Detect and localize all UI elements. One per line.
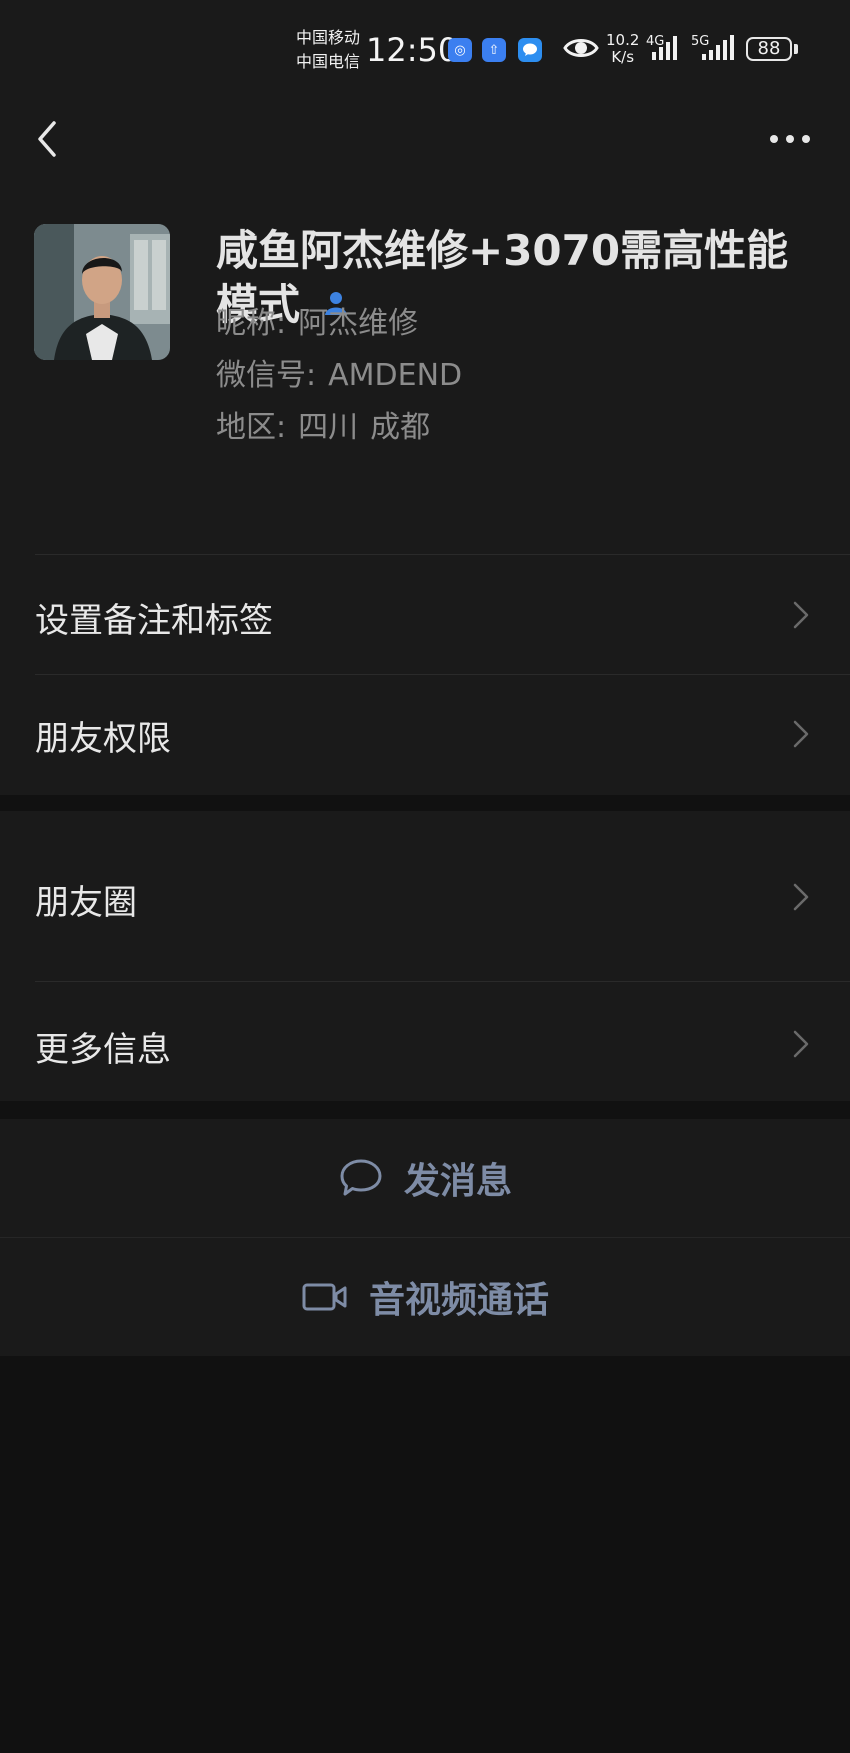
battery-icon: 88 <box>746 37 792 61</box>
region-province: 四川 <box>298 410 359 445</box>
more-dots-icon <box>770 135 810 143</box>
more-info-label: 更多信息 <box>35 1030 171 1070</box>
message-icon <box>518 38 542 62</box>
profile-card: 咸鱼阿杰维修+3070需高性能模式 昵称: 阿杰维修 微信号: AMDEND 地区:… <box>0 180 850 555</box>
signal-icon <box>650 32 684 66</box>
wechat-id-line: 微信号: AMDEND <box>216 356 462 396</box>
chevron-right-icon <box>792 600 810 634</box>
chevron-right-icon <box>792 719 810 753</box>
back-button[interactable] <box>22 114 72 164</box>
app-notification-icon: ◎ <box>448 38 472 62</box>
net-speed-value: 10.2 <box>606 31 640 49</box>
remark-tags-label: 设置备注和标签 <box>35 601 273 641</box>
friend-permissions-label: 朋友权限 <box>35 719 171 759</box>
nickname-label: 昵称: <box>216 306 287 341</box>
more-button[interactable] <box>760 114 820 164</box>
carrier-2: 中国电信 <box>296 52 361 71</box>
nickname-line: 昵称: 阿杰维修 <box>216 304 418 344</box>
eye-icon <box>563 35 599 65</box>
nav-bar <box>0 100 850 180</box>
upload-icon: ⇧ <box>482 38 506 62</box>
friend-permissions-row[interactable]: 朋友权限 <box>0 675 850 794</box>
net-speed-unit: K/s <box>611 48 635 66</box>
moments-row[interactable]: 朋友圈 <box>0 811 850 981</box>
send-message-label: 发消息 <box>403 1161 512 1202</box>
video-camera-icon <box>302 1283 347 1311</box>
wechat-id-value[interactable]: AMDEND <box>328 358 462 393</box>
carrier-info: 中国移动 中国电信 <box>296 26 360 74</box>
carrier-1: 中国移动 <box>296 28 361 47</box>
video-call-button[interactable]: 音视频通话 <box>0 1238 850 1356</box>
status-time: 12:50 <box>366 31 459 69</box>
chevron-right-icon <box>792 882 810 916</box>
settings-group: 设置备注和标签 朋友权限 <box>0 555 850 795</box>
status-bar: 中国移动 中国电信 12:50 ◎ ⇧ 10.2 K/s 4G 5G 88 <box>0 0 850 100</box>
signal-icon <box>700 32 740 66</box>
moments-label: 朋友圈 <box>35 883 137 923</box>
battery-cap <box>794 44 798 54</box>
region-line: 地区: 四川 成都 <box>216 408 430 448</box>
nickname-value: 阿杰维修 <box>298 306 419 341</box>
region-label: 地区: <box>216 410 287 445</box>
content-group: 朋友圈 更多信息 <box>0 811 850 1101</box>
wechat-id-label: 微信号: <box>216 358 317 393</box>
net-speed: 10.2 K/s <box>606 32 639 66</box>
chat-bubble-icon <box>340 1159 382 1196</box>
remark-tags-row[interactable]: 设置备注和标签 <box>0 555 850 674</box>
video-call-label: 音视频通话 <box>368 1280 549 1321</box>
region-city: 成都 <box>370 410 431 445</box>
chevron-left-icon <box>38 121 56 157</box>
send-message-button[interactable]: 发消息 <box>0 1119 850 1237</box>
chevron-right-icon <box>792 1029 810 1063</box>
avatar[interactable] <box>34 224 170 360</box>
more-info-row[interactable]: 更多信息 <box>0 982 850 1101</box>
